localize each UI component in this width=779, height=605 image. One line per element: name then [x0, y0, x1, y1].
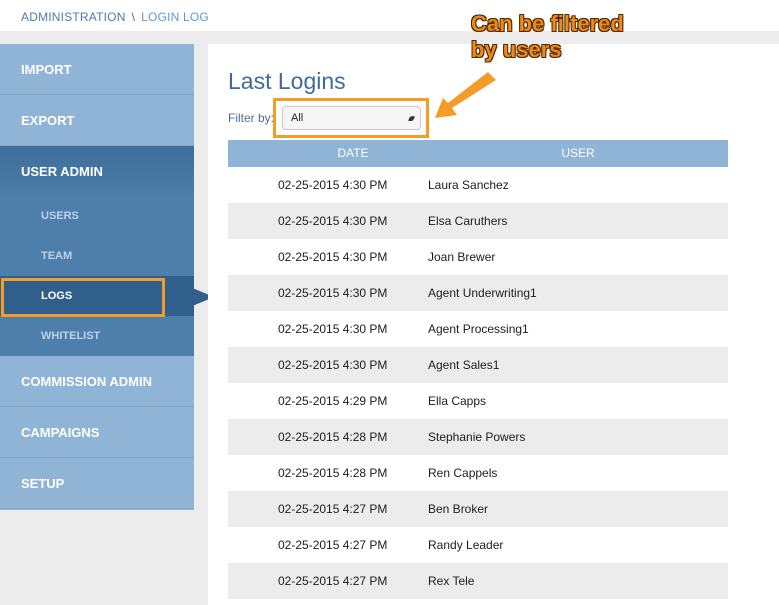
table-row[interactable]: 02-25-2015 4:28 PM Stephanie Powers [228, 419, 728, 455]
sidebar-subitem-users[interactable]: USERS [0, 196, 194, 236]
cell-date: 02-25-2015 4:27 PM [278, 538, 388, 552]
login-log-page: ADMINISTRATION \ LOGIN LOG IMPORT EXPORT U… [0, 0, 779, 605]
filter-user-select[interactable]: All ▴▾ [282, 106, 421, 130]
table-row[interactable]: 02-25-2015 4:27 PM Ben Broker [228, 491, 728, 527]
cell-date: 02-25-2015 4:28 PM [278, 466, 388, 480]
cell-user: Agent Underwriting1 [428, 286, 537, 300]
cell-date: 02-25-2015 4:28 PM [278, 430, 388, 444]
cell-user: Joan Brewer [428, 250, 496, 264]
column-header-user[interactable]: USER [478, 140, 678, 167]
breadcrumb-login-log[interactable]: LOGIN LOG [141, 10, 209, 24]
sidebar-subitem-team[interactable]: TEAM [0, 236, 194, 276]
column-header-date[interactable]: DATE [228, 140, 478, 167]
sidebar-subitem-whitelist[interactable]: WHITELIST [0, 316, 194, 356]
table-row[interactable]: 02-25-2015 4:30 PM Laura Sanchez [228, 167, 728, 203]
logs-highlight-box [1, 278, 165, 317]
sidebar-item-setup[interactable]: SETUP [0, 458, 194, 509]
table-row[interactable]: 02-25-2015 4:30 PM Joan Brewer [228, 239, 728, 275]
annotation-line-2: by users [471, 37, 562, 62]
sidebar-item-import[interactable]: IMPORT [0, 44, 194, 95]
sidebar-footer-space [0, 510, 194, 605]
sidebar-item-campaigns[interactable]: CAMPAIGNS [0, 407, 194, 458]
filter-label: Filter by: [228, 111, 275, 125]
table-row[interactable]: 02-25-2015 4:27 PM Rex Tele [228, 563, 728, 599]
sidebar-item-user-admin[interactable]: USER ADMIN [0, 146, 194, 197]
cell-date: 02-25-2015 4:30 PM [278, 322, 388, 336]
cell-date: 02-25-2015 4:27 PM [278, 574, 388, 588]
cell-date: 02-25-2015 4:30 PM [278, 286, 388, 300]
sidebar: IMPORT EXPORT USER ADMIN USERS TEAM LOGS… [0, 44, 194, 510]
table-row[interactable]: 02-25-2015 4:28 PM Ren Cappels [228, 455, 728, 491]
page-title: Last Logins [228, 68, 346, 94]
cell-user: Rex Tele [428, 574, 475, 588]
cell-date: 02-25-2015 4:30 PM [278, 358, 388, 372]
breadcrumb-separator: \ [131, 10, 136, 24]
cell-user: Elsa Caruthers [428, 214, 508, 228]
cell-user: Ella Capps [428, 394, 487, 408]
cell-user: Laura Sanchez [428, 178, 509, 192]
cell-date: 02-25-2015 4:30 PM [278, 250, 388, 264]
cell-date: 02-25-2015 4:30 PM [278, 214, 388, 228]
filter-selected-value: All [291, 112, 304, 124]
cell-user: Agent Sales1 [428, 358, 500, 372]
sidebar-item-commission-admin[interactable]: COMMISSION ADMIN [0, 356, 194, 407]
active-item-pointer [166, 277, 214, 317]
table-row[interactable]: 02-25-2015 4:30 PM Agent Sales1 [228, 347, 728, 383]
sidebar-item-export[interactable]: EXPORT [0, 95, 194, 146]
cell-user: Ren Cappels [428, 466, 498, 480]
cell-user: Agent Processing1 [428, 322, 529, 336]
breadcrumb: ADMINISTRATION \ LOGIN LOG [21, 10, 209, 24]
top-bar: ADMINISTRATION \ LOGIN LOG [0, 0, 779, 31]
cell-date: 02-25-2015 4:29 PM [278, 394, 388, 408]
annotation-callout: Can be filtered by users [471, 11, 624, 63]
table-body: 02-25-2015 4:30 PM Laura Sanchez 02-25-201… [228, 167, 728, 599]
table-row[interactable]: 02-25-2015 4:29 PM Ella Capps [228, 383, 728, 419]
table-row[interactable]: 02-25-2015 4:27 PM Randy Leader [228, 527, 728, 563]
table-row[interactable]: 02-25-2015 4:30 PM Agent Processing1 [228, 311, 728, 347]
table-row[interactable]: 02-25-2015 4:30 PM Elsa Caruthers [228, 203, 728, 239]
cell-user: Stephanie Powers [428, 430, 526, 444]
cell-user: Randy Leader [428, 538, 504, 552]
annotation-arrow-icon [435, 72, 496, 118]
login-table: DATE USER 02-25-2015 4:30 PM Laura Sanche… [228, 140, 728, 599]
cell-user: Ben Broker [428, 502, 489, 516]
breadcrumb-administration[interactable]: ADMINISTRATION [21, 10, 126, 24]
cell-date: 02-25-2015 4:30 PM [278, 178, 388, 192]
table-header: DATE USER [228, 140, 728, 167]
user-admin-submenu: USERS TEAM LOGS WHITELIST [0, 196, 194, 356]
cell-date: 02-25-2015 4:27 PM [278, 502, 388, 516]
table-row[interactable]: 02-25-2015 4:30 PM Agent Underwriting1 [228, 275, 728, 311]
annotation-line-1: Can be filtered [471, 11, 624, 36]
select-arrows-icon: ▴▾ [407, 113, 415, 123]
